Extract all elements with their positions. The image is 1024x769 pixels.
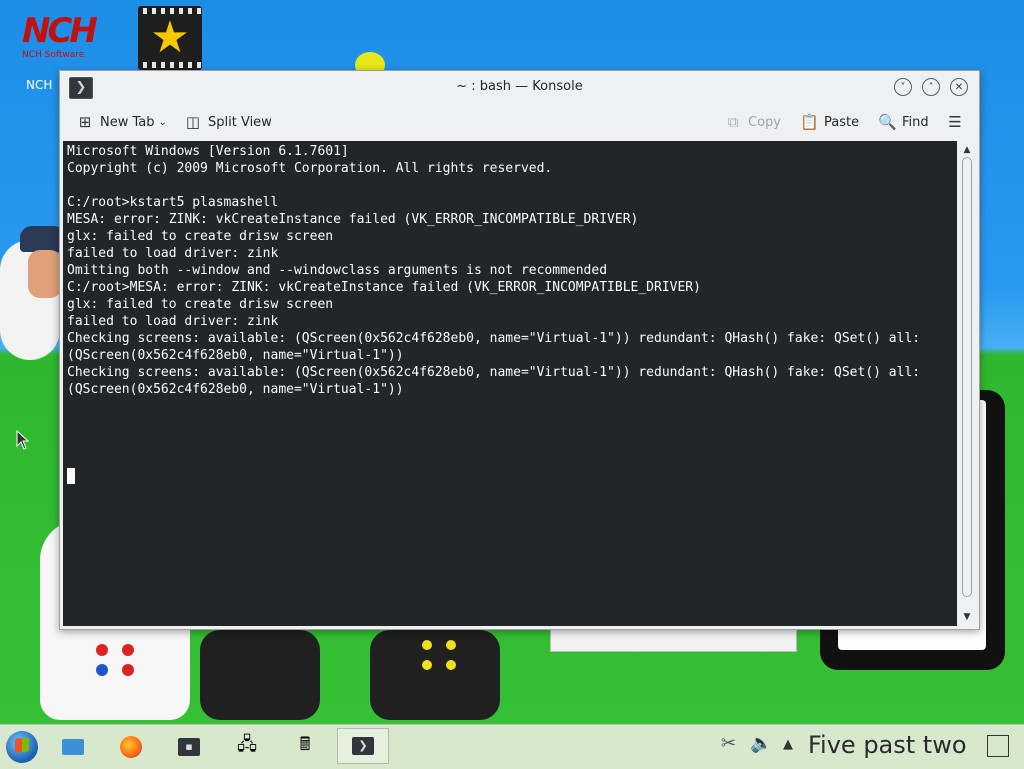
button-dot xyxy=(422,660,432,670)
firefox-taskbar-item[interactable] xyxy=(113,731,149,763)
scissors-icon[interactable]: ✂ xyxy=(721,733,736,754)
terminal-line: (QScreen(0x562c4f628eb0, name="Virtual-1… xyxy=(67,348,404,363)
volume-icon[interactable]: 🔈 xyxy=(750,733,772,754)
button-dot xyxy=(122,664,134,676)
vertical-scrollbar[interactable]: ▲ ▼ xyxy=(959,141,975,626)
scrollbar-thumb[interactable] xyxy=(962,157,972,597)
terminal-line: failed to load driver: zink xyxy=(67,314,279,329)
paste-button[interactable]: 📋 Paste xyxy=(800,111,859,133)
network-icon: 🖧 xyxy=(236,734,258,755)
new-tab-label: New Tab xyxy=(100,114,155,130)
calculator-icon: 🖩 xyxy=(299,734,311,755)
terminal-output[interactable]: Microsoft Windows [Version 6.1.7601] Copy… xyxy=(63,141,957,626)
windows-logo-icon xyxy=(15,737,29,753)
copy-button[interactable]: ⧉ Copy xyxy=(724,111,781,133)
copy-label: Copy xyxy=(748,114,781,130)
scroll-down-icon[interactable]: ▼ xyxy=(959,610,975,624)
console-icon: ▪ xyxy=(178,738,200,756)
film-reel-bottom xyxy=(138,62,202,68)
terminal-line: failed to load driver: zink xyxy=(67,246,279,261)
button-dot xyxy=(96,644,108,656)
new-tab-button[interactable]: ⊞ New Tab ⌄ xyxy=(76,111,167,133)
konsole-taskbar-item[interactable]: ❯ xyxy=(337,728,389,764)
konsole-window[interactable]: ❯ ~ : bash — Konsole ˅ ˄ ✕ ⊞ New Tab ⌄ ◫… xyxy=(59,70,980,630)
title-bar[interactable]: ❯ ~ : bash — Konsole ˅ ˄ ✕ xyxy=(60,71,979,103)
terminal-line: C:/root>kstart5 plasmashell xyxy=(67,195,279,210)
close-button[interactable]: ✕ xyxy=(950,78,968,96)
terminal-line: Omitting both --window and --windowclass… xyxy=(67,263,608,278)
paste-icon: 📋 xyxy=(800,113,819,131)
new-tab-icon: ⊞ xyxy=(78,113,92,131)
file-manager-taskbar-item[interactable] xyxy=(55,731,91,763)
terminal-taskbar-item[interactable]: ▪ xyxy=(171,731,207,763)
clock[interactable]: Five past two xyxy=(808,731,967,759)
paste-label: Paste xyxy=(824,114,860,130)
terminal-line: glx: failed to create drisw screen xyxy=(67,229,334,244)
find-label: Find xyxy=(902,114,929,130)
tray-expand-icon[interactable]: ▲ xyxy=(783,737,793,752)
star-icon: ★ xyxy=(150,12,190,63)
calculator-taskbar-item[interactable]: 🖩 xyxy=(287,731,323,763)
terminal-line: C:/root>MESA: error: ZINK: vkCreateInsta… xyxy=(67,280,701,295)
button-dot xyxy=(96,664,108,676)
terminal-line: Copyright (c) 2009 Microsoft Corporation… xyxy=(67,161,553,176)
button-dot xyxy=(122,644,134,656)
hamburger-menu-button[interactable]: ☰ xyxy=(946,111,970,133)
konsole-icon: ❯ xyxy=(352,737,374,755)
maximize-button[interactable]: ˄ xyxy=(922,78,940,96)
split-view-icon: ◫ xyxy=(185,113,201,131)
button-dot xyxy=(422,640,432,650)
copy-icon: ⧉ xyxy=(727,113,739,131)
nch-logo-text: NCH xyxy=(22,11,98,51)
nch-software-icon[interactable]: NCH NCH Software xyxy=(22,11,98,64)
window-title: ~ : bash — Konsole xyxy=(456,79,583,94)
button-dot xyxy=(446,660,456,670)
network-taskbar-item[interactable]: 🖧 xyxy=(229,731,265,763)
terminal-lines: Microsoft Windows [Version 6.1.7601] Copy… xyxy=(67,143,920,398)
scroll-up-icon[interactable]: ▲ xyxy=(959,143,975,157)
find-button[interactable]: 🔍 Find xyxy=(878,111,929,133)
terminal-line: (QScreen(0x562c4f628eb0, name="Virtual-1… xyxy=(67,382,404,397)
videopad-icon[interactable]: ★ xyxy=(138,6,202,70)
search-icon: 🔍 xyxy=(878,113,897,131)
mouse-pointer-icon xyxy=(16,430,30,450)
cartoon-figure-dark xyxy=(200,630,320,720)
terminal-line: MESA: error: ZINK: vkCreateInstance fail… xyxy=(67,212,639,227)
firefox-icon xyxy=(120,736,142,758)
nch-icon-label[interactable]: NCH xyxy=(26,78,52,92)
terminal-line: Checking screens: available: (QScreen(0x… xyxy=(67,365,921,380)
button-dot xyxy=(446,640,456,650)
show-desktop-button[interactable] xyxy=(987,735,1009,757)
nch-logo-subtext: NCH Software xyxy=(22,50,85,60)
minimize-button[interactable]: ˅ xyxy=(894,78,912,96)
taskbar: ▪ 🖧 🖩 ❯ ✂ 🔈 ▲ Five past two xyxy=(0,724,1024,769)
folder-icon xyxy=(62,739,84,755)
cartoon-face xyxy=(28,250,62,298)
start-button[interactable] xyxy=(6,731,38,763)
hamburger-menu-icon: ☰ xyxy=(948,113,962,131)
split-view-label: Split View xyxy=(208,114,272,130)
terminal-line: Microsoft Windows [Version 6.1.7601] xyxy=(67,144,349,159)
terminal-line: Checking screens: available: (QScreen(0x… xyxy=(67,331,921,346)
chevron-down-icon[interactable]: ⌄ xyxy=(159,117,167,128)
text-cursor xyxy=(67,468,75,484)
split-view-button[interactable]: ◫ Split View xyxy=(184,111,272,133)
toolbar: ⊞ New Tab ⌄ ◫ Split View ⧉ Copy 📋 Paste … xyxy=(60,105,979,139)
cartoon-figure-officer xyxy=(370,630,500,720)
terminal-line: glx: failed to create drisw screen xyxy=(67,297,334,312)
